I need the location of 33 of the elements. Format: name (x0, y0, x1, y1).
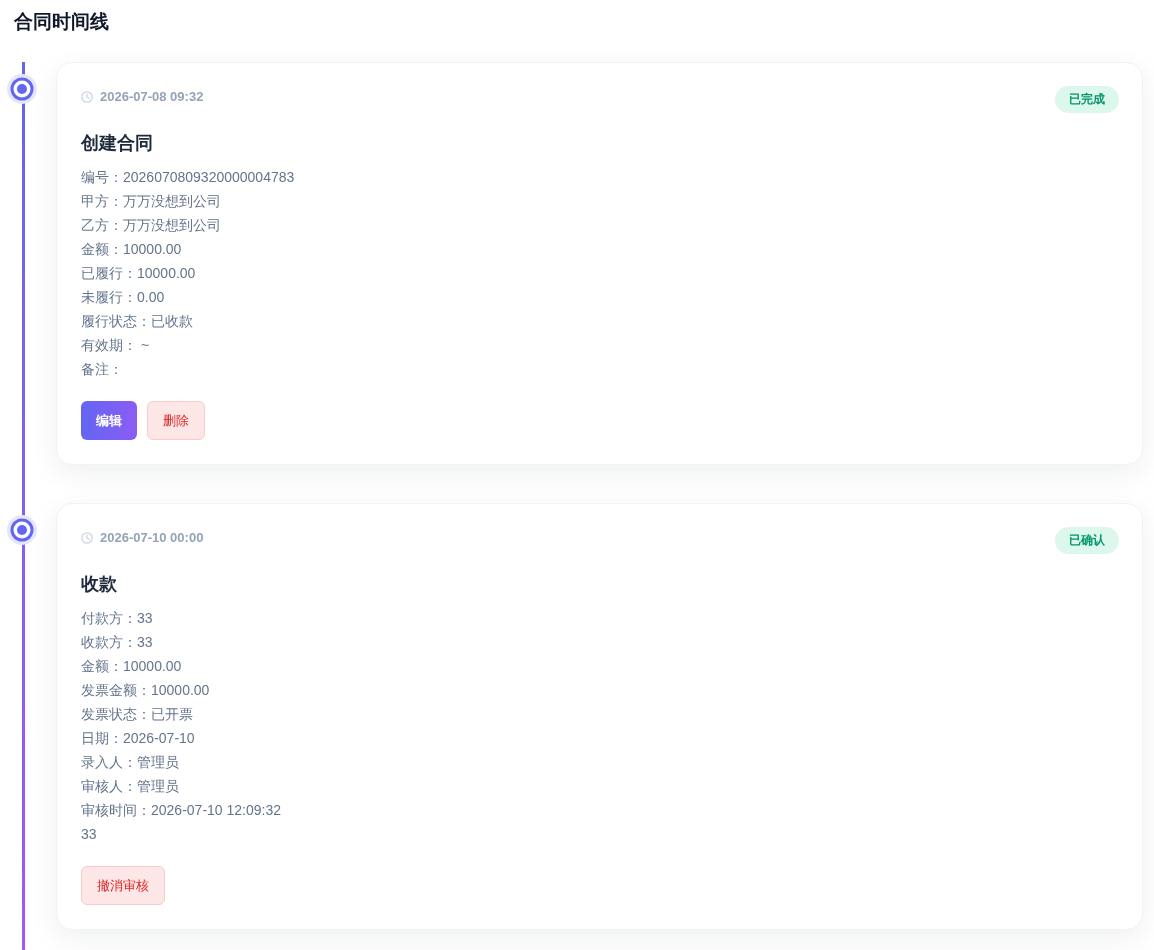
event-time: 2026-07-08 09:32 (100, 89, 204, 104)
detail-line: 审核时间：2026-07-10 12:09:32 (81, 801, 281, 820)
action-button[interactable]: 编辑 (81, 401, 137, 440)
action-button[interactable]: 删除 (147, 401, 205, 440)
detail-line: 履行状态：已收款 (81, 312, 193, 331)
event-time: 2026-07-10 00:00 (100, 530, 204, 545)
detail-line: 发票金额：10000.00 (81, 681, 210, 700)
detail-line: 录入人：管理员 (81, 753, 179, 772)
detail-line: 乙方：万万没想到公司 (81, 216, 221, 235)
status-badge: 已完成 (1055, 86, 1119, 113)
clock-icon (81, 90, 93, 103)
event-title: 收款 (81, 573, 118, 596)
detail-line: 33 (81, 825, 97, 844)
status-badge: 已确认 (1055, 527, 1119, 554)
detail-line: 发票状态：已开票 (81, 705, 193, 724)
clock-icon (81, 531, 93, 544)
page-title: 合同时间线 (14, 10, 109, 34)
detail-line: 金额：10000.00 (81, 240, 182, 259)
detail-line: 已履行：10000.00 (81, 264, 196, 283)
timeline-marker-icon (7, 515, 37, 545)
detail-line: 审核人：管理员 (81, 777, 179, 796)
action-button[interactable]: 撤消审核 (81, 866, 165, 905)
timeline-marker-icon (7, 74, 37, 104)
detail-line: 编号：2026070809320000004783 (81, 168, 295, 187)
detail-line: 收款方：33 (81, 633, 153, 652)
detail-line: 日期：2026-07-10 (81, 729, 195, 748)
event-title: 创建合同 (81, 132, 154, 155)
detail-line: 甲方：万万没想到公司 (81, 192, 221, 211)
detail-line: 金额：10000.00 (81, 657, 182, 676)
detail-line: 有效期： ~ (81, 336, 150, 355)
detail-line: 备注： (81, 360, 123, 379)
detail-line: 未履行：0.00 (81, 288, 165, 307)
detail-line: 付款方：33 (81, 609, 153, 628)
